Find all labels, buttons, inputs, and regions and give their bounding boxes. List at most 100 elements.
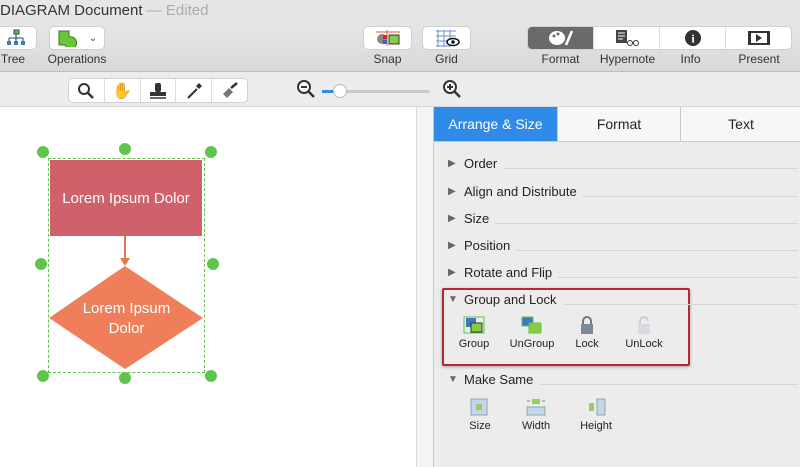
divider (562, 304, 798, 305)
tool-bar: ✋ (0, 73, 800, 107)
button-label: Height (580, 420, 612, 432)
eyedropper-icon (187, 82, 202, 99)
same-height-icon (589, 398, 606, 416)
hand-tool-button[interactable]: ✋ (105, 79, 141, 102)
resize-handle[interactable] (205, 370, 217, 382)
arrowhead-icon (120, 258, 130, 266)
section-label: Size (464, 211, 490, 226)
same-size-button[interactable]: Size (450, 398, 510, 432)
button-label: Lock (575, 338, 599, 350)
resize-handle[interactable] (205, 146, 217, 158)
same-size-icon (470, 398, 488, 416)
same-width-button[interactable]: Width (506, 398, 566, 432)
resize-handle[interactable] (37, 370, 49, 382)
zoom-tool-button[interactable] (69, 79, 105, 102)
section-order[interactable]: ▶ Order (448, 156, 798, 171)
button-label: Size (469, 420, 491, 432)
section-align-distribute[interactable]: ▶ Align and Distribute (448, 184, 798, 199)
resize-handle[interactable] (37, 146, 49, 158)
zoom-slider-thumb[interactable] (333, 84, 347, 98)
ungroup-icon (521, 316, 542, 334)
divider (503, 168, 798, 169)
group-icon (463, 316, 485, 334)
present-icon (747, 31, 770, 45)
diagram-canvas[interactable]: Lorem Ipsum Dolor Lorem Ipsum Dolor (0, 107, 416, 467)
present-button[interactable] (726, 27, 791, 49)
grid-icon (435, 30, 460, 47)
resize-handle[interactable] (119, 372, 131, 384)
divider (539, 384, 798, 385)
button-label: Group (458, 338, 490, 350)
section-label: Rotate and Flip (464, 265, 553, 280)
same-width-icon (526, 399, 546, 416)
disclosure-right-icon: ▶ (448, 240, 456, 251)
eyedropper-tool-button[interactable] (176, 79, 213, 102)
same-height-button[interactable]: Height (566, 398, 626, 432)
inspector-tabs: Arrange & Size Format Text (434, 107, 800, 142)
hypernote-icon (615, 30, 639, 46)
snap-button[interactable] (363, 26, 412, 50)
present-label: Present (738, 52, 780, 66)
group-button[interactable]: Group (444, 316, 504, 350)
button-label: Width (521, 420, 551, 432)
document-name: DIAGRAM Document (0, 2, 143, 19)
tree-icon (7, 29, 25, 45)
disclosure-down-icon: ▼ (448, 294, 458, 305)
diamond-text-line: Dolor (108, 320, 145, 337)
lock-icon (581, 316, 593, 334)
operations-label: Operations (47, 52, 107, 66)
shape-operations-icon (58, 30, 77, 47)
section-label: Position (464, 238, 511, 253)
title-bar: DIAGRAM Document — Edited (0, 0, 800, 22)
section-size[interactable]: ▶ Size (448, 211, 798, 226)
tab-arrange-size[interactable]: Arrange & Size (434, 107, 558, 141)
section-position[interactable]: ▶ Position (448, 238, 798, 253)
info-button[interactable]: i (660, 27, 726, 49)
format-label: Format (541, 52, 580, 66)
snap-label: Snap (373, 52, 402, 66)
zoom-slider[interactable] (322, 84, 430, 98)
disclosure-right-icon: ▶ (448, 158, 456, 169)
diamond-text: Lorem Ipsum Dolor (48, 299, 205, 339)
lock-button[interactable]: Lock (557, 316, 617, 350)
resize-handle[interactable] (119, 143, 131, 155)
operations-button[interactable]: ⌄ (49, 26, 105, 50)
section-group-lock[interactable]: ▼ Group and Lock (448, 292, 798, 307)
disclosure-right-icon: ▶ (448, 186, 456, 197)
resize-handle[interactable] (35, 258, 47, 270)
window-title: DIAGRAM Document — Edited (0, 2, 208, 19)
brush-tool-button[interactable] (212, 79, 247, 102)
edited-status: — Edited (146, 2, 209, 19)
rectangle-text: Lorem Ipsum Dolor (62, 189, 190, 207)
tree-button[interactable] (0, 26, 37, 50)
info-label: Info (680, 52, 701, 66)
canvas-tools: ✋ (68, 78, 248, 103)
hypernote-button[interactable] (594, 27, 660, 49)
divider (495, 223, 798, 224)
grid-button[interactable] (422, 26, 471, 50)
inspector-segmented-control: i (527, 26, 792, 50)
tab-text[interactable]: Text (681, 107, 800, 141)
zoom-in-icon[interactable] (442, 79, 462, 99)
hypernote-label: Hypernote (599, 52, 656, 66)
unlock-button[interactable]: UnLock (614, 316, 674, 350)
main-toolbar: Tree ⌄ Operations Snap Grid i Format Hyp… (0, 22, 800, 72)
tab-format[interactable]: Format (558, 107, 681, 141)
magnifier-icon (78, 82, 95, 99)
brush-icon (222, 81, 238, 98)
format-button[interactable] (528, 27, 594, 49)
rectangle-shape[interactable]: Lorem Ipsum Dolor (50, 160, 202, 236)
resize-handle[interactable] (207, 258, 219, 270)
stamp-tool-button[interactable] (141, 79, 177, 102)
section-make-same[interactable]: ▼ Make Same (448, 372, 798, 387)
info-icon: i (684, 30, 701, 46)
zoom-out-icon[interactable] (296, 79, 316, 99)
hand-icon: ✋ (112, 82, 133, 100)
divider (516, 250, 798, 251)
section-rotate-flip[interactable]: ▶ Rotate and Flip (448, 265, 798, 280)
ungroup-button[interactable]: UnGroup (502, 316, 562, 350)
button-label: UnGroup (509, 338, 555, 350)
button-label: UnLock (625, 338, 663, 350)
canvas-scrollbar[interactable] (416, 107, 433, 467)
tree-label: Tree (0, 52, 26, 66)
